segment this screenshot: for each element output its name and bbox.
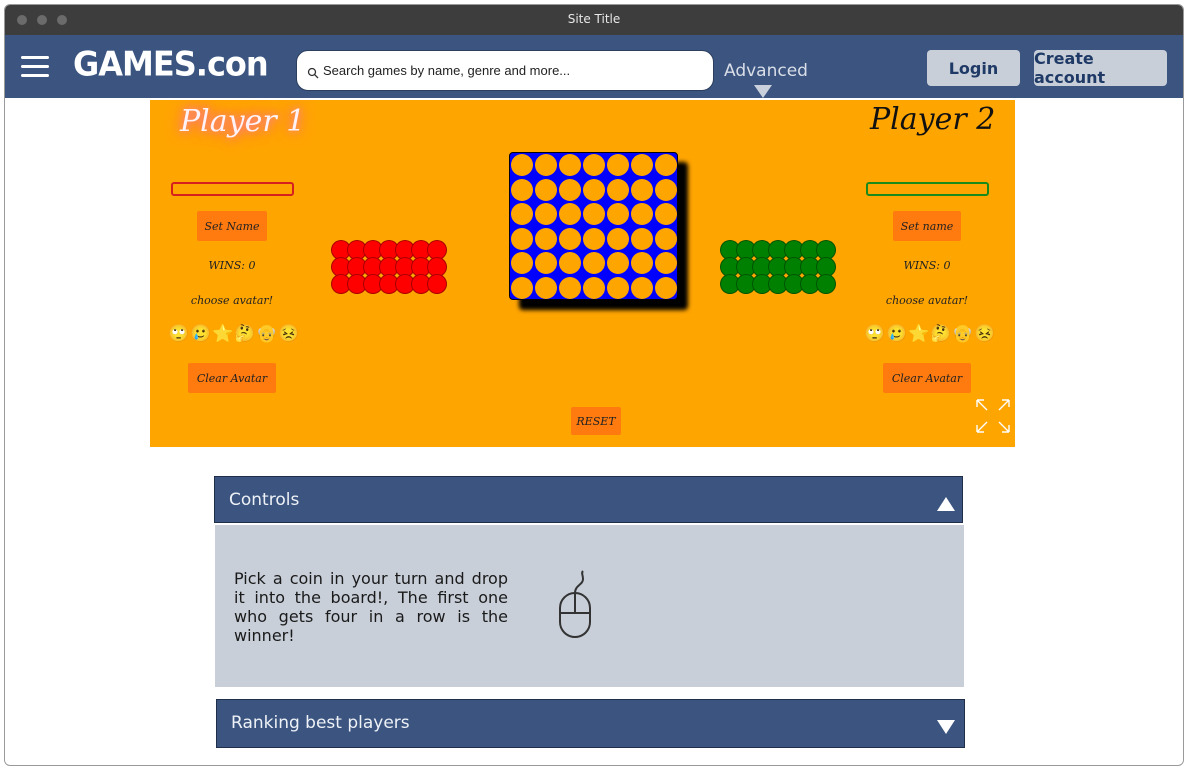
player2-avatar-option[interactable]: 🤔 bbox=[930, 324, 951, 344]
collapse-arrow-icon[interactable] bbox=[937, 497, 955, 511]
board-slot[interactable] bbox=[535, 178, 557, 201]
board-slot[interactable] bbox=[583, 276, 605, 299]
ranking-title: Ranking best players bbox=[231, 713, 410, 733]
advanced-dropdown-arrow-icon[interactable] bbox=[754, 85, 772, 98]
board-slot[interactable] bbox=[559, 154, 581, 176]
top-navbar: GAMES.con Advanced Login Create account bbox=[5, 35, 1183, 98]
board-slot[interactable] bbox=[559, 227, 581, 250]
board-slot[interactable] bbox=[559, 203, 581, 225]
board-slot[interactable] bbox=[655, 178, 677, 201]
board-slot[interactable] bbox=[583, 154, 605, 176]
board-slot[interactable] bbox=[655, 203, 677, 225]
board-slot[interactable] bbox=[655, 252, 677, 274]
board-slot[interactable] bbox=[511, 178, 533, 201]
board-slot[interactable] bbox=[559, 252, 581, 274]
connect-four-game: Player 1 Set Name WINS: 0 choose avatar!… bbox=[150, 100, 1015, 447]
board-slot[interactable] bbox=[655, 227, 677, 250]
board-slot[interactable] bbox=[535, 252, 557, 274]
expand-arrow-icon[interactable] bbox=[937, 720, 955, 734]
board-slot[interactable] bbox=[607, 203, 629, 225]
controls-panel-body: Pick a coin in your turn and drop it int… bbox=[215, 525, 964, 687]
player1-avatar-option[interactable]: 👴 bbox=[256, 324, 277, 344]
board-slot[interactable] bbox=[607, 252, 629, 274]
player2-coin-stack bbox=[720, 240, 836, 294]
search-input[interactable] bbox=[323, 63, 703, 78]
player1-title: Player 1 bbox=[180, 104, 306, 139]
board-slot[interactable] bbox=[607, 178, 629, 201]
player1-avatar-option[interactable]: ⭐ bbox=[212, 324, 233, 344]
board-slot[interactable] bbox=[631, 203, 653, 225]
board-slot[interactable] bbox=[583, 203, 605, 225]
board-slot[interactable] bbox=[607, 154, 629, 176]
player2-avatar-option[interactable]: ⭐ bbox=[908, 324, 929, 344]
player1-avatar-picker: 🙄 🥲 ⭐ 🤔 👴 😣 bbox=[168, 324, 299, 344]
player2-name-bar bbox=[866, 182, 989, 196]
player1-choose-avatar-label: choose avatar! bbox=[190, 294, 274, 307]
player1-avatar-option[interactable]: 🥲 bbox=[190, 324, 211, 344]
browser-window: Site Title GAMES.con Advanced Login Crea… bbox=[4, 4, 1184, 766]
login-button[interactable]: Login bbox=[927, 50, 1020, 86]
game-board[interactable] bbox=[509, 152, 678, 300]
window-title: Site Title bbox=[567, 12, 621, 26]
search-box[interactable] bbox=[296, 50, 714, 91]
board-slot[interactable] bbox=[535, 227, 557, 250]
player2-avatar-option[interactable]: 🙄 bbox=[864, 324, 885, 344]
board-slot[interactable] bbox=[583, 252, 605, 274]
advanced-search-link[interactable]: Advanced bbox=[724, 61, 808, 81]
player2-title: Player 2 bbox=[870, 102, 996, 137]
player2-clear-avatar-button[interactable]: Clear Avatar bbox=[883, 363, 971, 393]
title-bar: Site Title bbox=[5, 5, 1183, 35]
player1-avatar-option[interactable]: 🙄 bbox=[168, 324, 189, 344]
board-slot[interactable] bbox=[583, 178, 605, 201]
player2-avatar-picker: 🙄 🥲 ⭐ 🤔 👴 😣 bbox=[864, 324, 995, 344]
menu-icon[interactable] bbox=[21, 56, 49, 78]
board-slot[interactable] bbox=[631, 276, 653, 299]
board-slot[interactable] bbox=[631, 178, 653, 201]
player1-coin-stack bbox=[331, 240, 447, 294]
board-slot[interactable] bbox=[559, 178, 581, 201]
player2-wins: WINS: 0 bbox=[903, 259, 951, 272]
player1-coin[interactable] bbox=[427, 274, 447, 294]
board-slot[interactable] bbox=[655, 276, 677, 299]
player1-wins: WINS: 0 bbox=[208, 259, 256, 272]
board-slot[interactable] bbox=[559, 276, 581, 299]
player2-set-name-button[interactable]: Set name bbox=[893, 211, 961, 241]
board-slot[interactable] bbox=[631, 227, 653, 250]
board-slot[interactable] bbox=[535, 154, 557, 176]
board-slot[interactable] bbox=[607, 227, 629, 250]
board-slot[interactable] bbox=[511, 203, 533, 225]
board-slot[interactable] bbox=[583, 227, 605, 250]
board-slot[interactable] bbox=[511, 154, 533, 176]
board-slot[interactable] bbox=[511, 227, 533, 250]
board-slot[interactable] bbox=[655, 154, 677, 176]
board-slot[interactable] bbox=[535, 203, 557, 225]
controls-accordion-header[interactable]: Controls bbox=[214, 476, 963, 523]
player1-name-bar bbox=[171, 182, 294, 196]
player2-choose-avatar-label: choose avatar! bbox=[885, 294, 969, 307]
board-slot[interactable] bbox=[607, 276, 629, 299]
fullscreen-icon[interactable] bbox=[975, 398, 1011, 434]
reset-button[interactable]: RESET bbox=[571, 407, 621, 435]
search-icon bbox=[307, 67, 319, 78]
player2-coin[interactable] bbox=[816, 274, 836, 294]
create-account-button[interactable]: Create account bbox=[1034, 49, 1167, 87]
player1-set-name-button[interactable]: Set Name bbox=[197, 211, 267, 241]
player1-avatar-option[interactable]: 🤔 bbox=[234, 324, 255, 344]
controls-title: Controls bbox=[229, 490, 300, 510]
mouse-icon bbox=[559, 570, 591, 638]
site-logo[interactable]: GAMES.con bbox=[73, 44, 269, 84]
board-slot[interactable] bbox=[535, 276, 557, 299]
board-slot[interactable] bbox=[511, 252, 533, 274]
player2-avatar-option[interactable]: 😣 bbox=[974, 324, 995, 344]
player2-avatar-option[interactable]: 🥲 bbox=[886, 324, 907, 344]
player2-avatar-option[interactable]: 👴 bbox=[952, 324, 973, 344]
ranking-accordion-header[interactable]: Ranking best players bbox=[216, 699, 965, 748]
controls-description: Pick a coin in your turn and drop it int… bbox=[234, 569, 508, 645]
board-slot[interactable] bbox=[511, 276, 533, 299]
player1-avatar-option[interactable]: 😣 bbox=[278, 324, 299, 344]
player1-clear-avatar-button[interactable]: Clear Avatar bbox=[188, 363, 276, 393]
board-slot[interactable] bbox=[631, 252, 653, 274]
board-slot[interactable] bbox=[631, 154, 653, 176]
